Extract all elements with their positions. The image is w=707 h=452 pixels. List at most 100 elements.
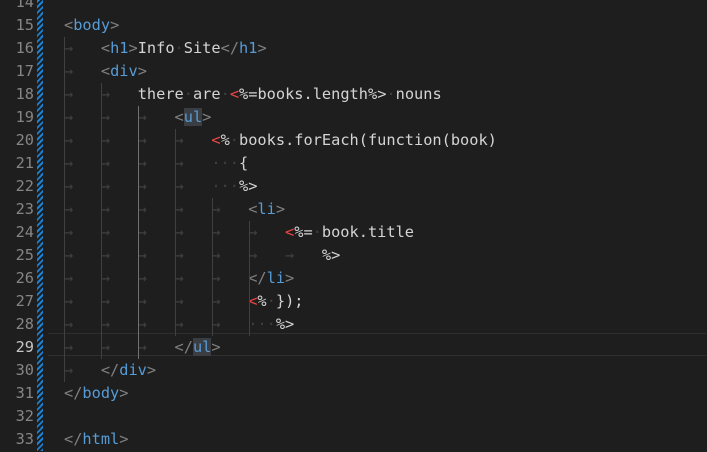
line-content[interactable]: → </div> [64, 359, 156, 382]
line-number: 21 [15, 154, 34, 172]
code-line[interactable]: 17 → <div> [0, 60, 707, 83]
token: → → → → ··· [64, 177, 239, 195]
token: · [220, 85, 230, 103]
token: %= [294, 223, 313, 241]
line-content[interactable]: → → → → → → <%=·book.title [64, 221, 414, 244]
code-editor[interactable]: 14 15 <body> 16 → <h1>Info·Site</h1> 17 → <div… [0, 0, 707, 452]
line-number: 16 [15, 39, 34, 57]
token: > [110, 16, 120, 34]
token: → → → [64, 338, 175, 356]
token: %> [321, 246, 341, 264]
token: </ [174, 338, 193, 356]
token: % [220, 131, 230, 149]
line-content[interactable]: → → → → <%·books.forEach(function(book) [64, 129, 497, 152]
line-content[interactable]: → → → → ···{ [64, 152, 248, 175]
code-line[interactable]: 24 → → → → → → <%=·book.title [0, 221, 707, 244]
code-line[interactable]: 27 → → → → → <%·}); [0, 290, 707, 313]
modified-line-indicator [37, 382, 43, 405]
modified-line-indicator [37, 221, 43, 244]
indent-guide [212, 198, 213, 336]
token: body [82, 384, 120, 402]
code-line[interactable]: 29 → → → </ul> [0, 336, 707, 359]
line-number: 19 [15, 108, 34, 126]
modified-line-indicator [37, 83, 43, 106]
line-number: 23 [15, 200, 34, 218]
token: books.forEach(function(book) [239, 131, 497, 149]
token: div [110, 62, 138, 80]
line-content[interactable]: → → → </ul> [64, 336, 221, 359]
line-content[interactable]: <body> [64, 14, 119, 37]
token: < [174, 108, 184, 126]
token: </ [248, 269, 267, 287]
token: > [275, 200, 286, 218]
token: → [64, 62, 101, 80]
line-number: 33 [15, 430, 34, 448]
indent-guide [138, 106, 139, 359]
line-content[interactable]: → <div> [64, 60, 147, 83]
modified-line-indicator [37, 198, 43, 221]
code-line[interactable]: 21 → → → → ···{ [0, 152, 707, 175]
token: → → → → ··· [64, 154, 239, 172]
token: > [128, 39, 138, 57]
token: < [100, 62, 111, 80]
indent-guide [101, 83, 102, 359]
token: → → → → → [64, 292, 249, 310]
modified-line-indicator [37, 152, 43, 175]
token: there [137, 85, 184, 103]
code-line[interactable]: 31 </body> [0, 382, 707, 405]
code-line[interactable]: 25 → → → → → → → %> [0, 244, 707, 267]
token: > [137, 62, 147, 80]
indent-guide [249, 221, 250, 336]
token: → → → → → ··· [64, 315, 276, 333]
indent-guide [175, 129, 176, 336]
token: → → → [64, 108, 175, 126]
code-line[interactable]: 16 → <h1>Info·Site</h1> [0, 37, 707, 60]
line-number: 14 [15, 0, 34, 11]
token: → [64, 361, 101, 379]
token: > [119, 430, 129, 448]
line-number: 27 [15, 292, 34, 310]
line-content[interactable]: → → → → → <%·}); [64, 290, 304, 313]
modified-line-indicator [37, 428, 43, 451]
code-line[interactable]: 26 → → → → → </li> [0, 267, 707, 290]
token: > [211, 338, 221, 356]
token: · [183, 85, 193, 103]
code-line[interactable]: 22 → → → → ···%> [0, 175, 707, 198]
code-line[interactable]: 15 <body> [0, 14, 707, 37]
code-line[interactable]: 18 → → there·are·<%=books.length%>·nouns [0, 83, 707, 106]
line-number: 31 [15, 384, 34, 402]
modified-line-indicator [37, 359, 43, 382]
code-line[interactable]: 28 → → → → → ···%> [0, 313, 707, 336]
modified-line-indicator [37, 0, 43, 14]
line-content[interactable]: → → → → → → → %> [64, 244, 340, 267]
token: Site [183, 39, 221, 57]
token: > [119, 384, 129, 402]
token: → [64, 39, 101, 57]
line-content[interactable]: → → there·are·<%=books.length%>·nouns [64, 83, 442, 106]
line-number: 20 [15, 131, 34, 149]
code-line[interactable]: 23 → → → → → <li> [0, 198, 707, 221]
token: % [257, 292, 267, 310]
code-line[interactable]: 32 [0, 405, 707, 428]
line-content[interactable]: </html> [64, 428, 128, 451]
line-content[interactable]: → → → → ···%> [64, 175, 257, 198]
token: · [229, 131, 240, 149]
line-content[interactable]: </body> [64, 382, 128, 405]
token: </ [64, 430, 83, 448]
code-line[interactable]: 19 → → → <ul> [0, 106, 707, 129]
token: → → → → → [64, 269, 249, 287]
modified-line-indicator [37, 106, 43, 129]
code-line[interactable]: 30 → </div> [0, 359, 707, 382]
token: %=books.length%> [239, 85, 387, 103]
line-number: 18 [15, 85, 34, 103]
token: < [285, 223, 295, 241]
token: nouns [395, 85, 442, 103]
line-content[interactable]: → → → → → </li> [64, 267, 294, 290]
token: </ [64, 384, 83, 402]
code-line[interactable]: 14 [0, 0, 707, 14]
modified-line-indicator [37, 313, 43, 336]
line-content[interactable]: → <h1>Info·Site</h1> [64, 37, 267, 60]
line-content[interactable]: → → → → → ···%> [64, 313, 294, 336]
code-line[interactable]: 20 → → → → <%·books.forEach(function(book… [0, 129, 707, 152]
code-line[interactable]: 33 </html> [0, 428, 707, 451]
